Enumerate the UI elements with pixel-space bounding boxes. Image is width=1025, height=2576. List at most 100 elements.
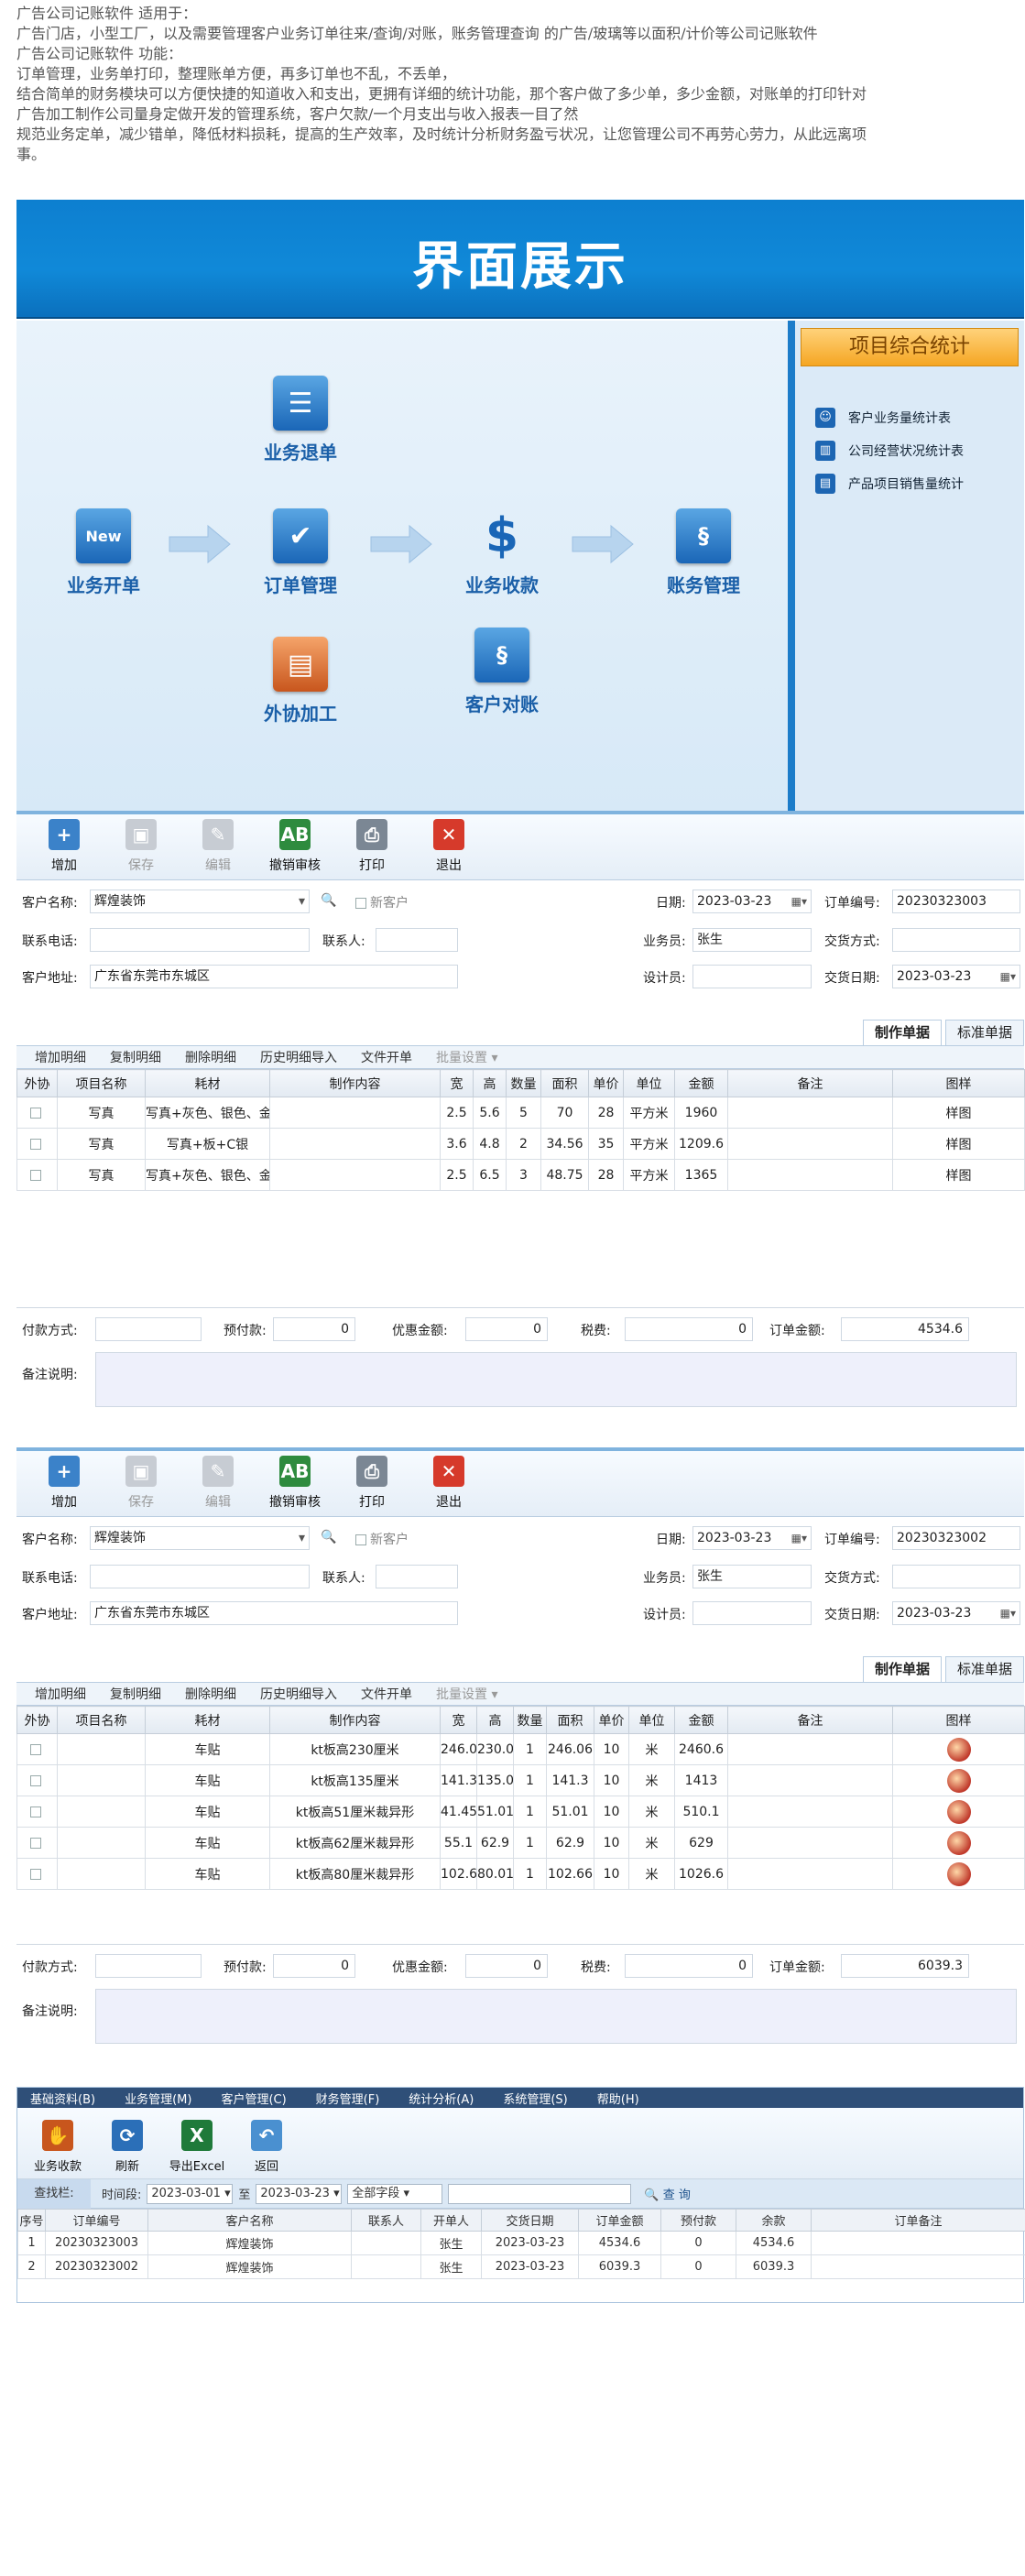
- tab-standard[interactable]: 标准单据: [944, 1020, 1024, 1045]
- edit-button[interactable]: ✎ 编辑: [180, 1454, 256, 1516]
- remark-field[interactable]: [95, 1989, 1017, 2044]
- tax-field[interactable]: 0: [625, 1954, 753, 1978]
- sample-image-thumbnail[interactable]: [946, 1861, 971, 1886]
- discount-field[interactable]: 0: [465, 1954, 548, 1978]
- delivery-method-field[interactable]: [892, 1565, 1020, 1588]
- salesman-field[interactable]: 张生: [692, 928, 812, 952]
- column-header[interactable]: 数量: [506, 1069, 541, 1097]
- search-icon[interactable]: 🔍: [321, 893, 336, 908]
- sample-image-thumbnail[interactable]: [946, 1768, 971, 1793]
- save-button[interactable]: ▣ 保存: [103, 817, 180, 879]
- table-row[interactable]: 写真 写真+灰色、银色、金 2.5 5.6 5 70 28 平方米 1960 样图: [16, 1097, 1025, 1129]
- column-header[interactable]: 单价: [594, 1706, 629, 1734]
- column-header[interactable]: 制作内容: [269, 1706, 441, 1734]
- refresh-button[interactable]: ⟳ 刷新: [93, 2118, 162, 2178]
- delete-detail-button[interactable]: 删除明细: [185, 1048, 236, 1066]
- undo-audit-button[interactable]: AB 撤销审核: [256, 1454, 333, 1516]
- column-header[interactable]: 单位: [628, 1706, 675, 1734]
- menu-system[interactable]: 系统管理(S): [503, 2090, 567, 2107]
- add-button[interactable]: + 增加: [26, 1454, 103, 1516]
- new-customer-checkbox[interactable]: 新客户: [355, 1530, 409, 1548]
- outsource-checkbox[interactable]: [29, 1138, 41, 1150]
- column-header[interactable]: 单位: [623, 1069, 675, 1097]
- node-accounts[interactable]: § 账务管理: [626, 508, 781, 597]
- menu-customer[interactable]: 客户管理(C): [221, 2090, 286, 2107]
- customer-select[interactable]: 辉煌装饰: [90, 1526, 310, 1550]
- date-field[interactable]: 2023-03-23: [692, 890, 812, 913]
- batch-settings-button[interactable]: 批量设置 ▾: [436, 1048, 497, 1066]
- date-to-field[interactable]: 2023-03-23 ▾: [256, 2183, 343, 2204]
- node-reconcile[interactable]: § 客户对账: [424, 628, 580, 716]
- menu-help[interactable]: 帮助(H): [597, 2090, 639, 2107]
- edit-button[interactable]: ✎ 编辑: [180, 817, 256, 879]
- undo-audit-button[interactable]: AB 撤销审核: [256, 817, 333, 879]
- back-button[interactable]: ↶ 返回: [232, 2118, 301, 2178]
- table-row[interactable]: 2 20230323002 辉煌装饰 张生 2023-03-23 6039.3 0 6039.…: [17, 2254, 1025, 2279]
- phone-field[interactable]: [90, 928, 310, 952]
- column-header[interactable]: 耗材: [145, 1706, 270, 1734]
- column-header[interactable]: 宽: [440, 1706, 477, 1734]
- outsource-checkbox[interactable]: [29, 1743, 41, 1755]
- salesman-field[interactable]: 张生: [692, 1565, 812, 1588]
- column-header[interactable]: 外协: [16, 1069, 58, 1097]
- column-header[interactable]: 耗材: [145, 1069, 270, 1097]
- collect-button[interactable]: ✋ 业务收款: [23, 2118, 93, 2178]
- column-header[interactable]: 制作内容: [269, 1069, 441, 1097]
- tab-detail[interactable]: 制作单据: [862, 1656, 942, 1682]
- column-header[interactable]: 图样: [892, 1706, 1025, 1734]
- field-select[interactable]: 全部字段 ▾: [347, 2183, 443, 2204]
- menu-basic[interactable]: 基础资料(B): [30, 2090, 95, 2107]
- column-header[interactable]: 序号: [17, 2209, 46, 2232]
- column-header[interactable]: 面积: [540, 1069, 589, 1097]
- menu-analysis[interactable]: 统计分析(A): [409, 2090, 474, 2107]
- column-header[interactable]: 订单编号: [45, 2209, 148, 2232]
- table-row[interactable]: 车贴 kt板高62厘米裁异形 55.1 62.9 1 62.9 10 米 629: [16, 1827, 1025, 1859]
- column-header[interactable]: 图样: [892, 1069, 1025, 1097]
- column-header[interactable]: 交货日期: [481, 2209, 579, 2232]
- add-detail-button[interactable]: 增加明细: [35, 1685, 86, 1703]
- table-row[interactable]: 车贴 kt板高51厘米裁异形 41.45 51.01 1 51.01 10 米 510.1: [16, 1796, 1025, 1828]
- column-header[interactable]: 项目名称: [57, 1706, 146, 1734]
- column-header[interactable]: 联系人: [351, 2209, 421, 2232]
- column-header[interactable]: 面积: [546, 1706, 594, 1734]
- table-row[interactable]: 车贴 kt板高230厘米 246.0 230.0 1 246.06 10 米 2460.6: [16, 1733, 1025, 1765]
- contact-field[interactable]: [376, 928, 458, 952]
- column-header[interactable]: 高: [476, 1706, 514, 1734]
- total-field[interactable]: 6039.3: [841, 1954, 969, 1978]
- pay-method-field[interactable]: [95, 1317, 202, 1341]
- prepaid-field[interactable]: 0: [273, 1954, 355, 1978]
- outsource-checkbox[interactable]: [29, 1107, 41, 1119]
- contact-field[interactable]: [376, 1565, 458, 1588]
- column-header[interactable]: 项目名称: [57, 1069, 146, 1097]
- order-no-field[interactable]: 20230323002: [892, 1526, 1020, 1550]
- print-button[interactable]: ⎙ 打印: [333, 1454, 410, 1516]
- column-header[interactable]: 备注: [727, 1069, 893, 1097]
- node-outsource[interactable]: ▤ 外协加工: [223, 637, 378, 726]
- delivery-date-field[interactable]: 2023-03-23: [892, 965, 1020, 988]
- sample-image-thumbnail[interactable]: [946, 1799, 971, 1824]
- date-from-field[interactable]: 2023-03-01 ▾: [147, 2183, 234, 2204]
- save-button[interactable]: ▣ 保存: [103, 1454, 180, 1516]
- file-order-button[interactable]: 文件开单: [361, 1048, 412, 1066]
- pay-method-field[interactable]: [95, 1954, 202, 1978]
- exit-button[interactable]: ✕ 退出: [410, 817, 487, 879]
- phone-field[interactable]: [90, 1565, 310, 1588]
- column-header[interactable]: 外协: [16, 1706, 58, 1734]
- copy-detail-button[interactable]: 复制明细: [110, 1048, 161, 1066]
- delivery-date-field[interactable]: 2023-03-23: [892, 1601, 1020, 1625]
- table-row[interactable]: 写真 写真+板+C银 3.6 4.8 2 34.56 35 平方米 1209.6 样图: [16, 1128, 1025, 1160]
- column-header[interactable]: 订单金额: [578, 2209, 661, 2232]
- export-excel-button[interactable]: X 导出Excel: [162, 2118, 232, 2178]
- tab-standard[interactable]: 标准单据: [944, 1656, 1024, 1682]
- copy-detail-button[interactable]: 复制明细: [110, 1685, 161, 1703]
- add-detail-button[interactable]: 增加明细: [35, 1048, 86, 1066]
- address-field[interactable]: 广东省东莞市东城区: [90, 1601, 458, 1625]
- stat-customer-volume[interactable]: ☺ 客户业务量统计表: [815, 401, 1024, 434]
- outsource-checkbox[interactable]: [29, 1774, 41, 1786]
- file-order-button[interactable]: 文件开单: [361, 1685, 412, 1703]
- column-header[interactable]: 客户名称: [147, 2209, 352, 2232]
- search-button[interactable]: 🔍 查 询: [644, 2185, 690, 2202]
- column-header[interactable]: 预付款: [660, 2209, 736, 2232]
- node-new-order[interactable]: New 业务开单: [26, 508, 181, 597]
- table-row[interactable]: 车贴 kt板高80厘米裁异形 102.6 80.01 1 102.66 10 米 1026.6: [16, 1858, 1025, 1890]
